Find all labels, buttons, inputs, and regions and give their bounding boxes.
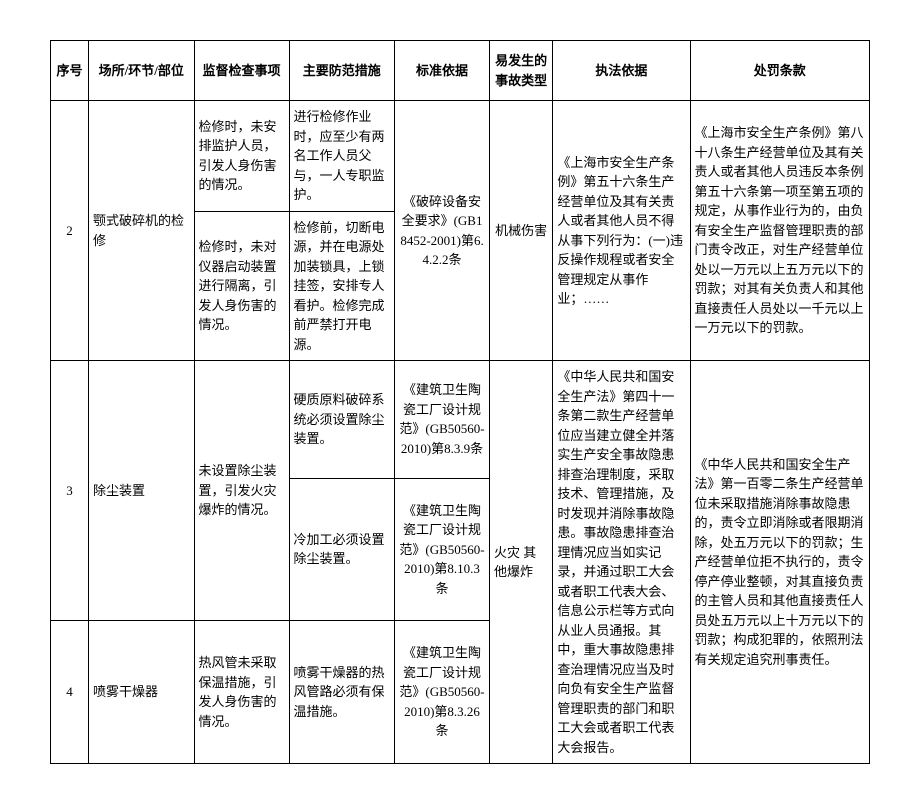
cell-measure: 硬质原料破碎系统必须设置除尘装置。 [289,361,395,479]
cell-standard: 《建筑卫生陶瓷工厂设计规范》(GB50560-2010)第8.10.3条 [395,478,490,621]
table-row: 2 颚式破碎机的检修 检修时，未安排监护人员，引发人身伤害的情况。 进行检修作业… [51,101,870,212]
header-measure: 主要防范措施 [289,41,395,101]
header-place: 场所/环节/部位 [88,41,194,101]
regulation-table: 序号 场所/环节/部位 监督检查事项 主要防范措施 标准依据 易发生的事故类型 … [50,40,870,764]
cell-accident: 机械伤害 [490,101,553,361]
header-standard: 标准依据 [395,41,490,101]
cell-inspect: 未设置除尘装置，引发火灾爆炸的情况。 [194,361,289,621]
cell-law: 《中华人民共和国安全生产法》第四十一条第二款生产经营单位应当建立健全并落实生产安… [553,361,690,764]
header-seq: 序号 [51,41,89,101]
cell-seq: 2 [51,101,89,361]
cell-standard: 《建筑卫生陶瓷工厂设计规范》(GB50560-2010)第8.3.26条 [395,621,490,764]
cell-inspect: 检修时，未对仪器启动装置进行隔离，引发人身伤害的情况。 [194,211,289,361]
header-penalty: 处罚条款 [690,41,869,101]
cell-penalty: 《中华人民共和国安全生产法》第一百零二条生产经营单位未采取措施消除事故隐患的，责… [690,361,869,764]
header-accident: 易发生的事故类型 [490,41,553,101]
cell-accident: 火灾 其他爆炸 [490,361,553,764]
cell-penalty: 《上海市安全生产条例》第八十八条生产经营单位及其有关责人或者其他人员违反本条例第… [690,101,869,361]
header-law: 执法依据 [553,41,690,101]
cell-place: 除尘装置 [88,361,194,621]
cell-law: 《上海市安全生产条例》第五十六条生产经营单位及其有关责人或者其他人员不得从事下列… [553,101,690,361]
header-inspect: 监督检查事项 [194,41,289,101]
cell-standard: 《破碎设备安全要求》(GB18452-2001)第6.4.2.2条 [395,101,490,361]
table-header-row: 序号 场所/环节/部位 监督检查事项 主要防范措施 标准依据 易发生的事故类型 … [51,41,870,101]
cell-seq: 4 [51,621,89,764]
cell-inspect: 检修时，未安排监护人员，引发人身伤害的情况。 [194,101,289,212]
cell-place: 颚式破碎机的检修 [88,101,194,361]
cell-place: 喷雾干燥器 [88,621,194,764]
cell-measure: 喷雾干燥器的热风管路必须有保温措施。 [289,621,395,764]
cell-standard: 《建筑卫生陶瓷工厂设计规范》(GB50560-2010)第8.3.9条 [395,361,490,479]
cell-seq: 3 [51,361,89,621]
table-row: 3 除尘装置 未设置除尘装置，引发火灾爆炸的情况。 硬质原料破碎系统必须设置除尘… [51,361,870,479]
cell-measure: 进行检修作业时，应至少有两名工作人员父与，一人专职监护。 [289,101,395,212]
cell-inspect: 热风管未采取保温措施，引发人身伤害的情况。 [194,621,289,764]
cell-measure: 检修前，切断电源，并在电源处加装锁具，上锁挂签，安排专人看护。检修完成前严禁打开… [289,211,395,361]
cell-measure: 冷加工必须设置除尘装置。 [289,478,395,621]
